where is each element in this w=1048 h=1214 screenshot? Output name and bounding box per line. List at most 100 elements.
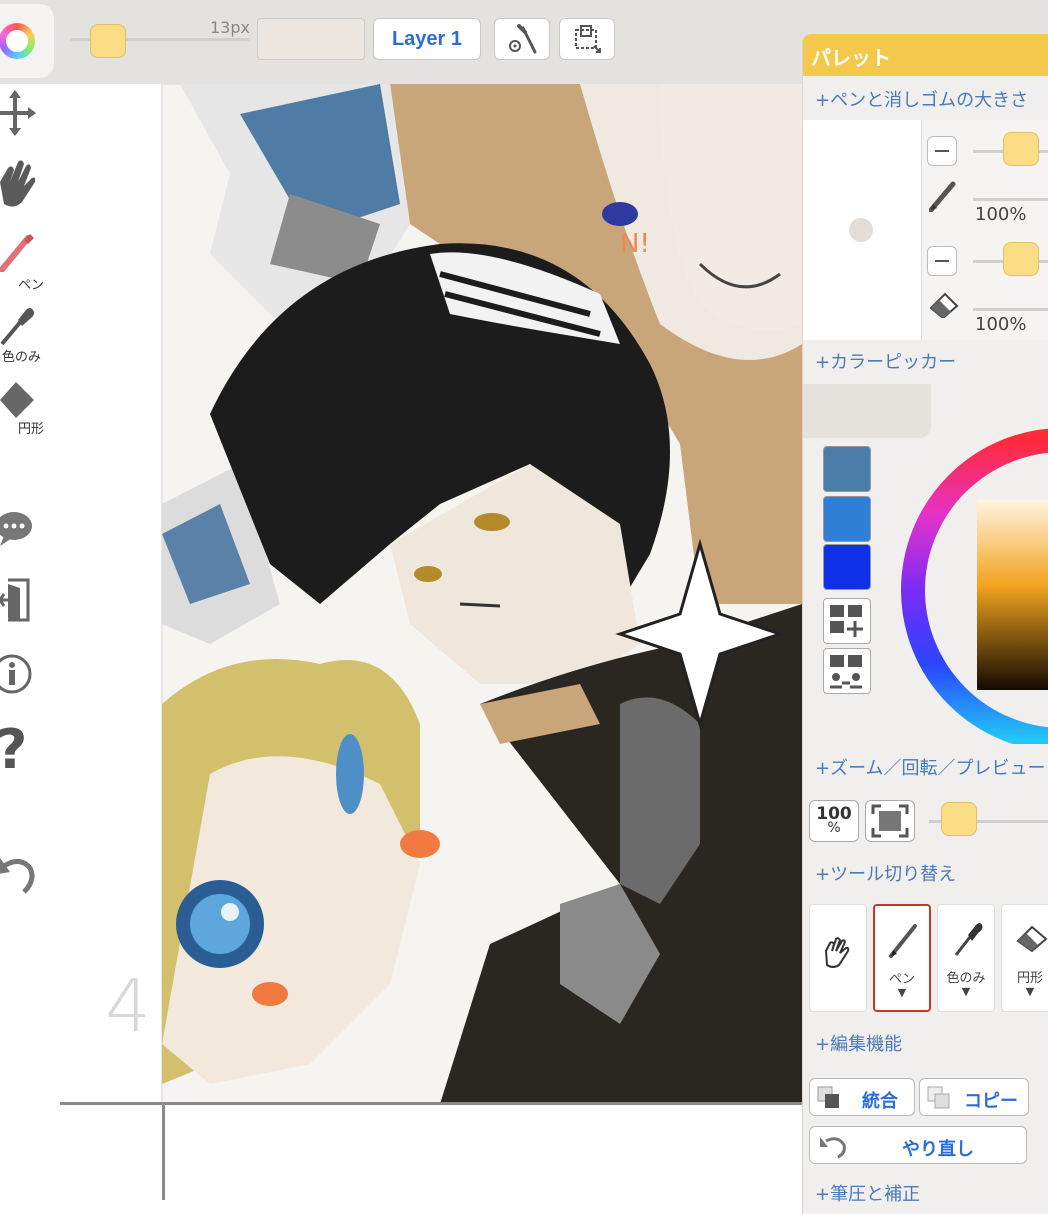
tool-card-pen-label: ペン: [888, 972, 915, 987]
move-arrows-icon: [0, 90, 36, 136]
pen-size-minus-button[interactable]: [927, 136, 957, 166]
eraser-opacity-percent: 100%: [975, 314, 1027, 335]
brush-size-label: 13px: [210, 18, 250, 37]
copy-button-label: コピー: [964, 1091, 1018, 1112]
add-grid-icon: [830, 605, 863, 637]
artwork-image: N!: [161, 84, 802, 1105]
dropper-icon: [954, 923, 983, 956]
redo-button-label: やり直し: [902, 1139, 974, 1160]
fit-screen-icon: [871, 804, 909, 838]
page-number: 4: [105, 964, 151, 1048]
swap-grid-icon: [830, 655, 862, 689]
brush-size-slider-thumb[interactable]: [90, 24, 126, 58]
tool-card-pen[interactable]: ペン ▼: [873, 904, 931, 1012]
chevron-down-icon: ▼: [897, 986, 907, 999]
hand-icon: [0, 160, 36, 207]
swatch-royal-blue[interactable]: [823, 544, 871, 590]
color-picker-section: [803, 384, 1048, 744]
svg-text:?: ?: [0, 720, 27, 776]
dropper-icon: [0, 308, 35, 346]
brush-preview-dot: [849, 218, 873, 242]
page-guide-line-vertical: [162, 1102, 165, 1200]
eraser-size-slider-thumb[interactable]: [1003, 242, 1039, 276]
info-icon: [0, 654, 32, 694]
eraser-icon: [0, 382, 34, 418]
color-wheel-icon: [0, 23, 35, 59]
pen-icon: [0, 234, 34, 275]
eraser-icon: [929, 292, 959, 318]
edit-section: 統合 コピー やり直し: [803, 1068, 1048, 1178]
eraser-icon: [1016, 925, 1048, 953]
speech-bubble-icon: [0, 512, 32, 546]
palette-title[interactable]: パレット: [803, 34, 1048, 76]
brush-size-section: 100% 100%: [803, 120, 1048, 340]
hand-icon: [824, 937, 850, 968]
section-brush-size-title[interactable]: +ペンと消しゴムの大きさ: [815, 86, 1028, 112]
page-guide-line-horizontal: [60, 1102, 802, 1105]
fit-screen-button[interactable]: [865, 800, 915, 842]
swap-swatch-button[interactable]: [823, 648, 871, 694]
pen-tool-label: ペン: [18, 278, 45, 293]
tool-card-hand[interactable]: [809, 904, 867, 1012]
tool-switch-section: ペン ▼ 色のみ ▼ 円形 ▼: [803, 894, 1048, 1020]
circle-tool-label: 円形: [18, 422, 45, 437]
move-tool[interactable]: [0, 90, 58, 136]
redo-arrow-icon: [820, 1137, 846, 1159]
transform-icon: [575, 25, 601, 53]
merge-layers-icon: [817, 1086, 839, 1108]
undo-tool[interactable]: [0, 850, 58, 898]
brush-settings-icon: [509, 24, 537, 54]
redo-button[interactable]: やり直し: [809, 1126, 1027, 1164]
color-only-tool[interactable]: 色のみ: [0, 306, 58, 366]
zoom-100-button[interactable]: 100 %: [809, 800, 859, 842]
brush-settings-button[interactable]: [494, 18, 550, 60]
pen-opacity-percent: 100%: [975, 204, 1027, 225]
merge-button[interactable]: 統合: [809, 1078, 915, 1116]
door-exit-icon: [0, 578, 30, 622]
merge-button-label: 統合: [862, 1091, 898, 1112]
layer-button[interactable]: Layer 1: [373, 18, 481, 60]
section-color-picker-title[interactable]: +カラーピッカー: [815, 348, 956, 374]
zoom-slider-thumb[interactable]: [941, 802, 977, 836]
current-color-swatch[interactable]: [257, 18, 365, 60]
copy-button[interactable]: コピー: [919, 1078, 1029, 1116]
pencil-icon: [929, 181, 956, 212]
pen-tool[interactable]: ペン: [0, 232, 58, 293]
add-swatch-button[interactable]: [823, 598, 871, 644]
zoom-section: 100 %: [803, 790, 1048, 850]
hand-tool[interactable]: [0, 158, 58, 208]
swatch-bright-blue[interactable]: [823, 496, 871, 542]
swatch-slate-blue[interactable]: [823, 446, 871, 492]
transform-button[interactable]: [559, 18, 615, 60]
section-edit-title[interactable]: +編集機能: [815, 1030, 902, 1056]
chevron-down-icon: ▼: [1025, 985, 1035, 998]
section-pressure-title[interactable]: +筆圧と補正: [815, 1180, 920, 1206]
color-wheel-button[interactable]: [0, 4, 54, 78]
comment-tool[interactable]: [0, 508, 58, 548]
color-only-tool-label: 色のみ: [2, 350, 42, 365]
drawing-canvas[interactable]: N! 4: [60, 84, 802, 1200]
tool-card-color-only[interactable]: 色のみ ▼: [937, 904, 995, 1012]
left-toolbar: ペン 色のみ 円形 ?: [0, 84, 60, 1200]
tool-card-circle[interactable]: 円形 ▼: [1001, 904, 1048, 1012]
svg-text:N!: N!: [620, 229, 650, 259]
exit-tool[interactable]: [0, 578, 58, 624]
tool-card-color-only-label: 色のみ: [946, 971, 986, 986]
pen-icon: [889, 924, 917, 958]
palette-panel: パレット +ペンと消しゴムの大きさ 100% 100% +カラーピッカー +ズー…: [802, 34, 1048, 1214]
info-tool[interactable]: [0, 652, 58, 696]
copy-layers-icon: [927, 1086, 950, 1109]
chevron-down-icon: ▼: [961, 985, 971, 998]
section-tool-switch-title[interactable]: +ツール切り替え: [815, 860, 956, 886]
hue-ring[interactable]: [893, 424, 1048, 744]
pen-opacity-track[interactable]: [973, 198, 1048, 201]
eraser-size-minus-button[interactable]: [927, 246, 957, 276]
undo-icon: [0, 858, 35, 894]
tool-card-circle-label: 円形: [1016, 971, 1043, 986]
help-tool[interactable]: ?: [0, 718, 58, 781]
pen-size-slider-thumb[interactable]: [1003, 132, 1039, 166]
question-mark-icon: ?: [0, 718, 27, 781]
circle-tool[interactable]: 円形: [0, 380, 58, 440]
eraser-opacity-track[interactable]: [973, 308, 1048, 311]
section-zoom-title[interactable]: +ズーム／回転／プレビュー: [815, 754, 1046, 780]
